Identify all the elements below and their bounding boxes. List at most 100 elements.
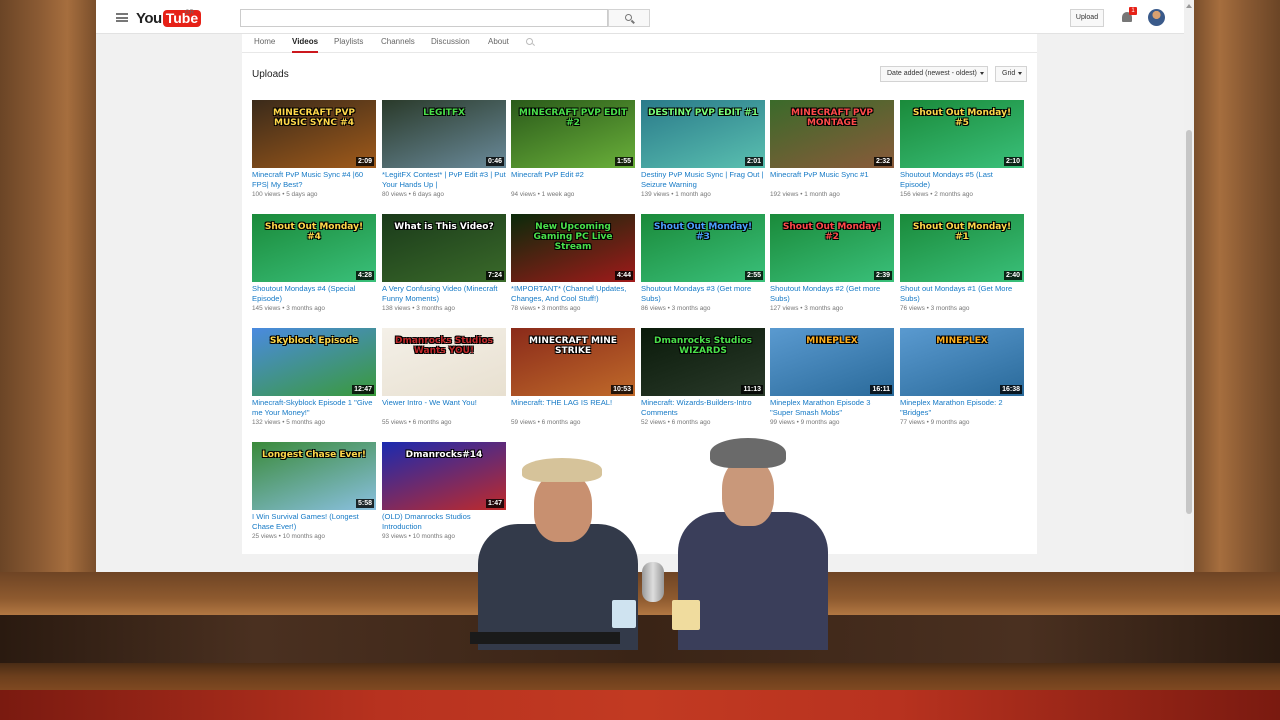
- video-thumbnail[interactable]: Dmanrocks Studios Wants YOU!: [382, 328, 506, 396]
- video-thumbnail[interactable]: MINECRAFT PVP MONTAGE 2:32: [770, 100, 894, 168]
- video-views: 86 views: [641, 305, 666, 312]
- video-duration: 10:53: [611, 385, 633, 394]
- video-thumbnail[interactable]: New Upcoming Gaming PC Live Stream 4:44: [511, 214, 635, 282]
- video-title-link[interactable]: Shoutout Mondays #3 (Get more Subs): [641, 284, 765, 304]
- video-title-link[interactable]: Minecraft PvP Music Sync #1: [770, 170, 894, 180]
- video-thumbnail[interactable]: Shout Out Monday! #1 2:40: [900, 214, 1024, 282]
- video-age: 3 months ago: [804, 305, 843, 312]
- video-card[interactable]: LEGITFX 0:46 *LegitFX Contest* | PvP Edit …: [382, 100, 506, 204]
- video-thumbnail[interactable]: Shout Out Monday! #5 2:10: [900, 100, 1024, 168]
- video-title-link[interactable]: Mineplex Marathon Episode: 2 "Bridges": [900, 398, 1024, 418]
- video-title-link[interactable]: Shoutout Mondays #5 (Last Episode): [900, 170, 1024, 190]
- scrollbar-thumb[interactable]: [1186, 130, 1192, 514]
- video-card[interactable]: MINECRAFT MINE STRIKE 10:53 Minecraft: THE…: [511, 328, 635, 432]
- video-title-link[interactable]: Minecraft: Wizards-Builders-Intro Commen…: [641, 398, 765, 418]
- video-card[interactable]: Longest Chase Ever! 5:58 I Win Survival Ga…: [252, 442, 376, 546]
- video-duration: 7:24: [485, 271, 504, 280]
- video-thumbnail[interactable]: MINEPLEX 16:38: [900, 328, 1024, 396]
- video-title-link[interactable]: Minecraft PvP Music Sync #4 |60 FPS| My …: [252, 170, 376, 190]
- video-meta: 145 views • 3 months ago: [252, 305, 376, 312]
- video-thumbnail[interactable]: What is This Video? 7:24: [382, 214, 506, 282]
- video-title-link[interactable]: Shoutout Mondays #4 (Special Episode): [252, 284, 376, 304]
- search-button[interactable]: [608, 9, 650, 27]
- video-thumbnail[interactable]: Dmanrocks Studios WIZARDS 11:13: [641, 328, 765, 396]
- video-card[interactable]: Dmanrocks Studios Wants YOU! Viewer Intro…: [382, 328, 506, 432]
- video-thumbnail[interactable]: MINECRAFT PVP EDIT #2 1:55: [511, 100, 635, 168]
- tab-videos[interactable]: Videos: [292, 37, 319, 53]
- presenters-overlay: [470, 436, 840, 650]
- logo-tube: Tube: [162, 9, 202, 27]
- video-views: 25 views: [252, 533, 277, 540]
- video-title-link[interactable]: Viewer Intro - We Want You!: [382, 398, 506, 408]
- video-card[interactable]: MINECRAFT PVP EDIT #2 1:55 Minecraft PvP E…: [511, 100, 635, 204]
- tab-home[interactable]: Home: [254, 37, 275, 53]
- video-thumbnail[interactable]: Skyblock Episode 12:47: [252, 328, 376, 396]
- video-card[interactable]: Shout Out Monday! #1 2:40 Shout out Monday…: [900, 214, 1024, 318]
- video-thumbnail[interactable]: Shout Out Monday! #2 2:39: [770, 214, 894, 282]
- video-age: 2 months ago: [934, 191, 973, 198]
- video-thumbnail[interactable]: DESTINY PVP EDIT #1 2:01: [641, 100, 765, 168]
- video-card[interactable]: New Upcoming Gaming PC Live Stream 4:44 *I…: [511, 214, 635, 318]
- video-thumbnail[interactable]: Shout Out Monday! #4 4:28: [252, 214, 376, 282]
- video-age: 1 month ago: [804, 191, 840, 198]
- video-title-link[interactable]: A Very Confusing Video (Minecraft Funny …: [382, 284, 506, 304]
- page-scrollbar[interactable]: [1184, 0, 1194, 574]
- tab-channels[interactable]: Channels: [381, 37, 415, 53]
- video-thumbnail[interactable]: MINECRAFT PVP MUSIC SYNC #4 2:09: [252, 100, 376, 168]
- video-card[interactable]: MINEPLEX 16:11 Mineplex Marathon Episode 3…: [770, 328, 894, 432]
- video-thumbnail[interactable]: Shout Out Monday! #3 2:55: [641, 214, 765, 282]
- video-card[interactable]: Shout Out Monday! #2 2:39 Shoutout Mondays…: [770, 214, 894, 318]
- video-title-link[interactable]: Shout out Mondays #1 (Get More Subs): [900, 284, 1024, 304]
- video-thumbnail[interactable]: MINECRAFT MINE STRIKE 10:53: [511, 328, 635, 396]
- channel-search-icon[interactable]: [526, 38, 533, 45]
- thumbnail-text: Skyblock Episode: [269, 336, 359, 346]
- video-views: 76 views: [900, 305, 925, 312]
- video-age: 6 months ago: [671, 419, 711, 426]
- video-title-link[interactable]: Minecraft PvP Edit #2: [511, 170, 635, 180]
- video-thumbnail[interactable]: LEGITFX 0:46: [382, 100, 506, 168]
- video-title-link[interactable]: *IMPORTANT* (Channel Updates, Changes, A…: [511, 284, 635, 304]
- video-age: 1 month ago: [675, 191, 711, 198]
- view-dropdown[interactable]: Grid: [995, 66, 1027, 82]
- video-card[interactable]: Shout Out Monday! #3 2:55 Shoutout Mondays…: [641, 214, 765, 318]
- video-duration: 11:13: [741, 385, 763, 394]
- video-card[interactable]: MINECRAFT PVP MONTAGE 2:32 Minecraft PvP M…: [770, 100, 894, 204]
- video-views: 55 views: [382, 419, 407, 426]
- video-title-link[interactable]: Minecraft-Skyblock Episode 1 "Give me Yo…: [252, 398, 376, 418]
- video-title-link[interactable]: Mineplex Marathon Episode 3 "Super Smash…: [770, 398, 894, 418]
- video-duration: 16:38: [1000, 385, 1022, 394]
- video-views: 132 views: [252, 419, 281, 426]
- video-thumbnail[interactable]: MINEPLEX 16:11: [770, 328, 894, 396]
- upload-button[interactable]: Upload: [1070, 9, 1104, 27]
- video-duration: 12:47: [352, 385, 374, 394]
- video-duration: 2:01: [744, 157, 763, 166]
- tab-about[interactable]: About: [488, 37, 509, 53]
- video-title-link[interactable]: *LegitFX Contest* | PvP Edit #3 | Put Yo…: [382, 170, 506, 190]
- video-meta: 77 views • 9 months ago: [900, 419, 1024, 426]
- video-title-link[interactable]: Destiny PvP Music Sync | Frag Out | Seiz…: [641, 170, 765, 190]
- masthead: You Tube GR Upload 1: [96, 0, 1194, 34]
- tab-discussion[interactable]: Discussion: [431, 37, 470, 53]
- mug-blue: [612, 600, 636, 628]
- video-card[interactable]: Skyblock Episode 12:47 Minecraft-Skyblock …: [252, 328, 376, 432]
- search-input[interactable]: [240, 9, 608, 27]
- video-title-link[interactable]: Shoutout Mondays #2 (Get more Subs): [770, 284, 894, 304]
- video-title-link[interactable]: I Win Survival Games! (Longest Chase Eve…: [252, 512, 376, 532]
- video-views: 100 views: [252, 191, 281, 198]
- video-meta: 78 views • 3 months ago: [511, 305, 635, 312]
- video-title-link[interactable]: Minecraft: THE LAG IS REAL!: [511, 398, 635, 408]
- video-card[interactable]: Dmanrocks Studios WIZARDS 11:13 Minecraft:…: [641, 328, 765, 432]
- video-meta: 86 views • 3 months ago: [641, 305, 765, 312]
- sort-dropdown[interactable]: Date added (newest - oldest): [880, 66, 988, 82]
- video-card[interactable]: MINECRAFT PVP MUSIC SYNC #4 2:09 Minecraft…: [252, 100, 376, 204]
- video-card[interactable]: Shout Out Monday! #5 2:10 Shoutout Mondays…: [900, 100, 1024, 204]
- tab-playlists[interactable]: Playlists: [334, 37, 363, 53]
- video-card[interactable]: Shout Out Monday! #4 4:28 Shoutout Mondays…: [252, 214, 376, 318]
- video-thumbnail[interactable]: Longest Chase Ever! 5:58: [252, 442, 376, 510]
- video-card[interactable]: MINEPLEX 16:38 Mineplex Marathon Episode: …: [900, 328, 1024, 432]
- scroll-up-arrow-icon[interactable]: [1186, 4, 1192, 8]
- account-avatar[interactable]: [1148, 9, 1165, 26]
- video-card[interactable]: What is This Video? 7:24 A Very Confusing …: [382, 214, 506, 318]
- video-card[interactable]: DESTINY PVP EDIT #1 2:01 Destiny PvP Music…: [641, 100, 765, 204]
- menu-icon[interactable]: [116, 13, 128, 22]
